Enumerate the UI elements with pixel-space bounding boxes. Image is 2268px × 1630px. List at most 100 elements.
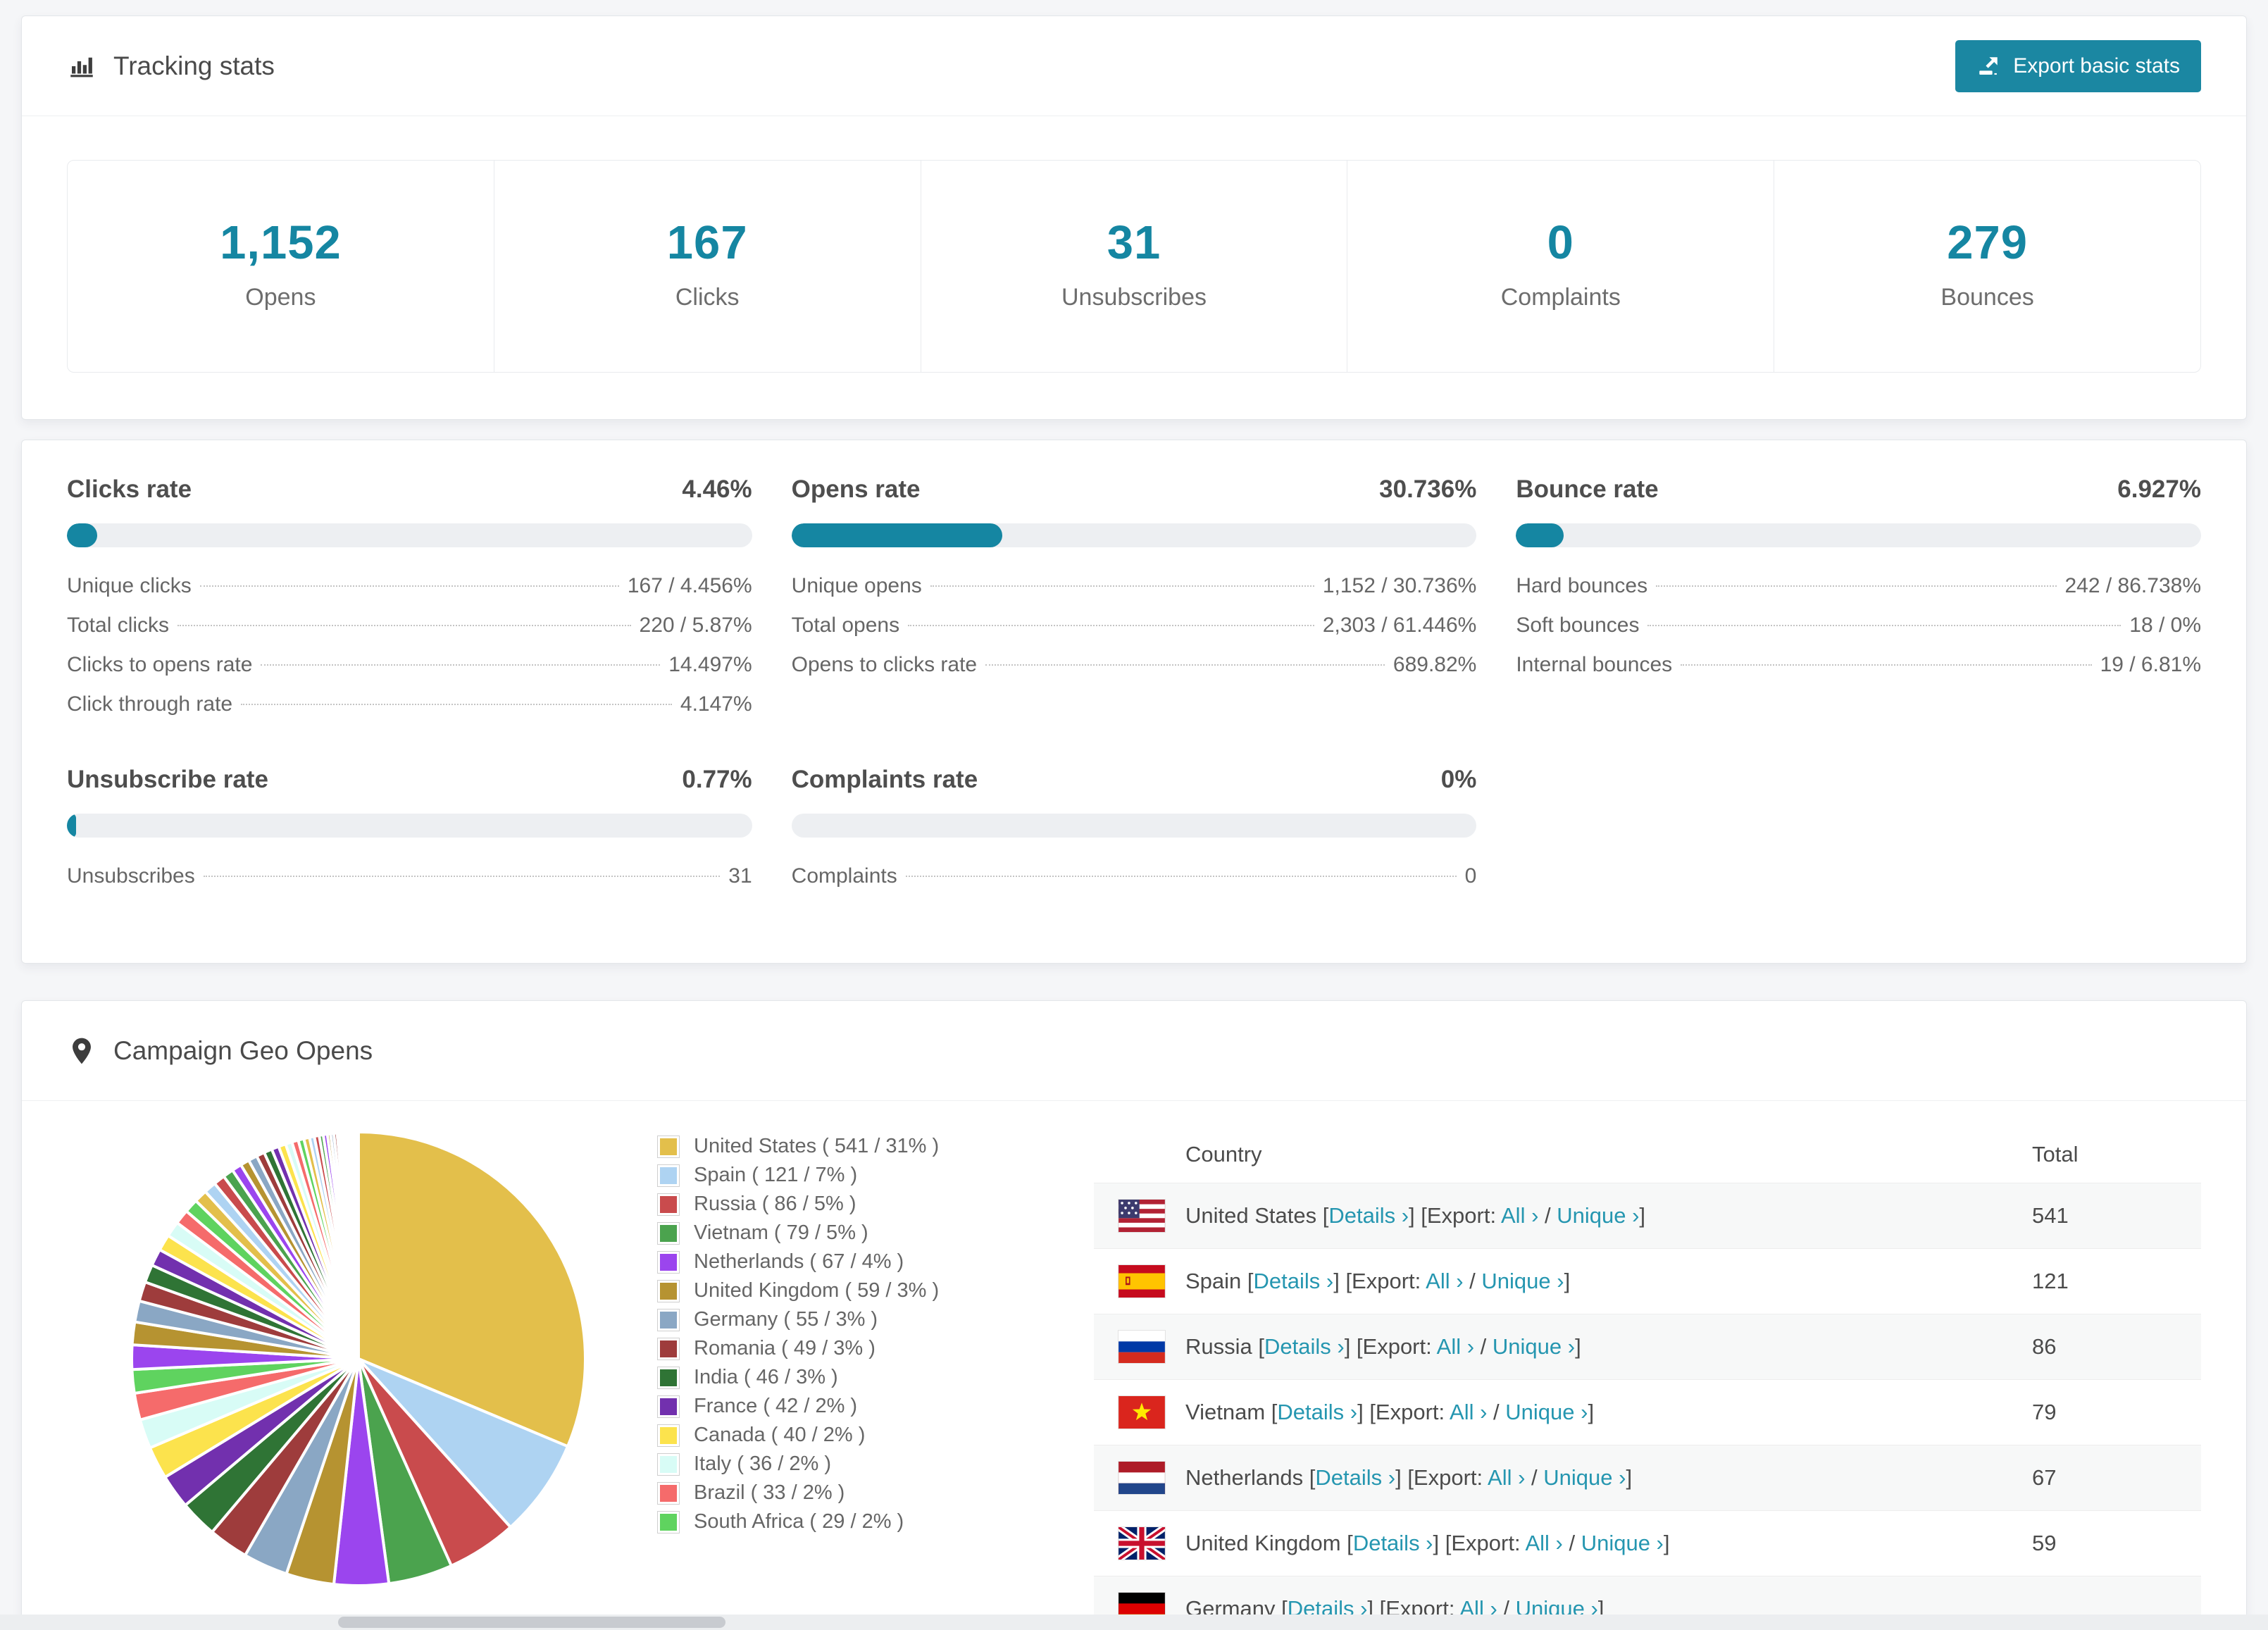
- legend-item: Romania ( 49 / 3% ): [657, 1334, 1094, 1363]
- flag-icon-us: [1118, 1199, 1166, 1233]
- dotted-leader: [1681, 664, 2092, 666]
- total-cell: 86: [2032, 1334, 2057, 1359]
- export-unique-link[interactable]: Unique ›: [1505, 1400, 1588, 1424]
- legend-swatch: [657, 1366, 680, 1389]
- legend-label: Brazil ( 33 / 2% ): [694, 1481, 845, 1504]
- legend-label: Canada ( 40 / 2% ): [694, 1424, 866, 1446]
- export-unique-link[interactable]: Unique ›: [1557, 1203, 1639, 1228]
- details-link[interactable]: Details ›: [1328, 1203, 1409, 1228]
- details-link[interactable]: Details ›: [1315, 1465, 1395, 1490]
- legend-swatch: [657, 1250, 680, 1274]
- export-unique-link[interactable]: Unique ›: [1493, 1334, 1575, 1359]
- rate-value: 30.736%: [1379, 475, 1477, 503]
- details-link[interactable]: Details ›: [1264, 1334, 1345, 1359]
- country-cell: Spain [Details ›] [Export: All › / Uniqu…: [1094, 1264, 2032, 1298]
- rate-block-bounce-rate: Bounce rate 6.927% Hard bounces 242 / 86.73…: [1516, 475, 2201, 732]
- scrollbar-thumb[interactable]: [338, 1617, 725, 1628]
- export-unique-link[interactable]: Unique ›: [1481, 1269, 1564, 1293]
- export-unique-link[interactable]: Unique ›: [1581, 1531, 1664, 1555]
- dotted-leader: [985, 664, 1385, 666]
- rate-rows: Hard bounces 242 / 86.738% Soft bounces 18 …: [1516, 574, 2201, 692]
- summary-stat-complaints: 0 Complaints: [1347, 161, 1775, 372]
- rate-title-row: Clicks rate 4.46%: [67, 475, 752, 505]
- rate-row-value: 31: [728, 864, 752, 888]
- legend-swatch: [657, 1279, 680, 1302]
- export-all-link[interactable]: All ›: [1488, 1465, 1525, 1490]
- table-row-gb: United Kingdom [Details ›] [Export: All …: [1094, 1510, 2201, 1576]
- geo-table-rows: United States [Details ›] [Export: All ›…: [1094, 1183, 2201, 1624]
- legend-swatch: [657, 1452, 680, 1476]
- pie-slice-minor-47[interactable]: [356, 1130, 360, 1360]
- legend-swatch-color: [660, 1253, 677, 1271]
- legend-swatch-color: [660, 1513, 677, 1531]
- rate-row-label: Unique opens: [791, 574, 922, 597]
- legend-swatch: [657, 1424, 680, 1447]
- rate-value: 6.927%: [2117, 475, 2201, 503]
- flag-icon-gb: [1118, 1526, 1166, 1560]
- progress-bar-track: [791, 523, 1477, 547]
- rate-rows: Complaints 0: [792, 864, 1477, 904]
- stat-value: 0: [1547, 216, 1574, 269]
- rate-row: Complaints 0: [792, 864, 1477, 904]
- stat-value: 167: [666, 216, 748, 269]
- export-all-link[interactable]: All ›: [1437, 1334, 1474, 1359]
- rate-row: Unique clicks 167 / 4.456%: [67, 574, 752, 614]
- legend-item: France ( 42 / 2% ): [657, 1392, 1094, 1421]
- stat-label: Unsubscribes: [1061, 284, 1207, 311]
- geo-title: Campaign Geo Opens: [113, 1035, 373, 1065]
- export-icon: [1976, 54, 2000, 78]
- total-cell: 121: [2032, 1269, 2069, 1293]
- stat-label: Clicks: [675, 284, 740, 311]
- rate-block-clicks-rate: Clicks rate 4.46% Unique clicks 167 / 4.456…: [67, 475, 752, 732]
- legend-swatch: [657, 1308, 680, 1331]
- legend-swatch-color: [660, 1282, 677, 1300]
- pie-chart-svg: [130, 1130, 587, 1587]
- export-all-link[interactable]: All ›: [1426, 1269, 1463, 1293]
- details-link[interactable]: Details ›: [1277, 1400, 1357, 1424]
- rate-row: Hard bounces 242 / 86.738%: [1516, 574, 2201, 614]
- export-unique-link[interactable]: Unique ›: [1543, 1465, 1626, 1490]
- export-button-label: Export basic stats: [2013, 54, 2180, 77]
- rate-block-unsubscribe-rate: Unsubscribe rate 0.77% Unsubscribes 31: [67, 766, 752, 904]
- rate-row-value: 4.147%: [680, 692, 752, 716]
- legend-swatch: [657, 1510, 680, 1533]
- dotted-leader: [261, 664, 661, 666]
- stat-label: Complaints: [1500, 284, 1621, 311]
- legend-swatch-color: [660, 1484, 677, 1502]
- export-all-link[interactable]: All ›: [1501, 1203, 1538, 1228]
- dotted-leader: [905, 876, 1457, 877]
- card-title: Tracking stats: [67, 51, 275, 81]
- country-cell: Russia [Details ›] [Export: All › / Uniq…: [1094, 1330, 2032, 1364]
- details-link[interactable]: Details ›: [1254, 1269, 1334, 1293]
- dotted-leader: [1656, 585, 2057, 587]
- progress-bar-fill: [67, 523, 98, 547]
- export-basic-stats-button[interactable]: Export basic stats: [1955, 39, 2201, 92]
- rate-row-label: Total opens: [791, 614, 900, 637]
- summary-stat-opens: 1,152 Opens: [68, 161, 494, 372]
- progress-bar-track: [1516, 523, 2201, 547]
- country-links: United States [Details ›] [Export: All ›…: [1185, 1203, 1646, 1228]
- dotted-leader: [203, 876, 721, 877]
- legend-label: Vietnam ( 79 / 5% ): [694, 1221, 868, 1244]
- column-header-country: Country: [1185, 1142, 1262, 1166]
- stat-value: 31: [1107, 216, 1161, 269]
- rate-title-row: Complaints rate 0%: [792, 766, 1477, 795]
- export-all-link[interactable]: All ›: [1450, 1400, 1487, 1424]
- export-all-link[interactable]: All ›: [1525, 1531, 1562, 1555]
- legend-swatch: [657, 1135, 680, 1158]
- table-row-nl: Netherlands [Details ›] [Export: All › /…: [1094, 1445, 2201, 1510]
- dotted-leader: [177, 625, 631, 626]
- details-link[interactable]: Details ›: [1353, 1531, 1433, 1555]
- progress-bar-track: [67, 814, 752, 838]
- stat-value: 279: [1947, 216, 2028, 269]
- legend-swatch-color: [660, 1166, 677, 1184]
- legend-label: Romania ( 49 / 3% ): [694, 1337, 876, 1360]
- horizontal-scrollbar[interactable]: [0, 1615, 2268, 1630]
- bar-chart-icon: [67, 51, 96, 81]
- legend-swatch-color: [660, 1340, 677, 1357]
- rate-block-complaints-rate: Complaints rate 0% Complaints 0: [791, 766, 1477, 904]
- rate-title: Bounce rate: [1516, 475, 1659, 503]
- legend-swatch-color: [660, 1195, 677, 1213]
- page-title: Tracking stats: [113, 51, 275, 80]
- rate-title-row: Bounce rate 6.927%: [1516, 475, 2201, 505]
